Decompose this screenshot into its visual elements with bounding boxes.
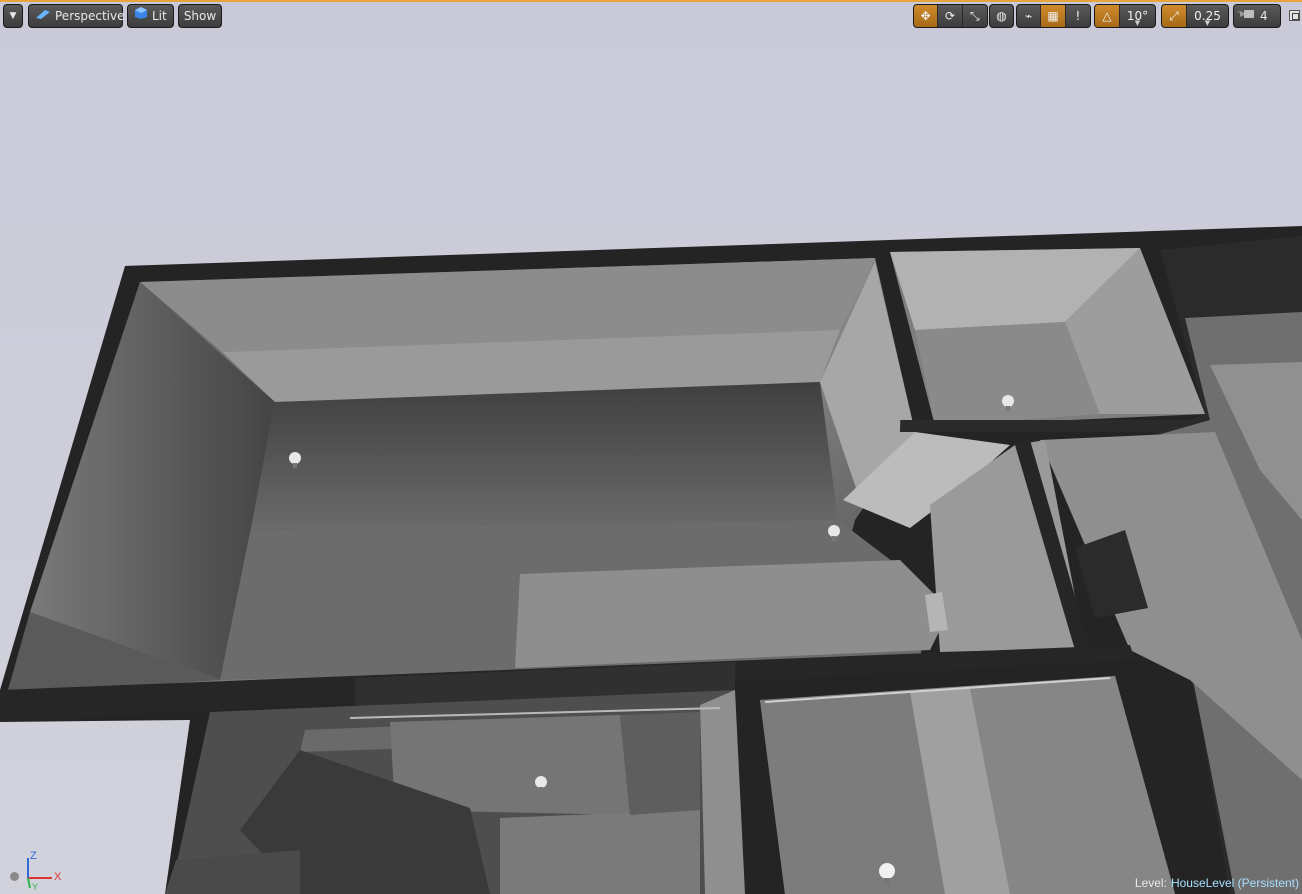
grid-snap-toggle[interactable]: ▦ (1041, 5, 1066, 27)
axis-y-label: Y (32, 882, 39, 892)
view-mode-button[interactable]: Perspective (28, 4, 125, 28)
grid-snap-icon: ▦ (1047, 9, 1059, 23)
level-name: HouseLevel (Persistent) (1170, 876, 1299, 890)
maximize-viewport-icon (1292, 13, 1299, 20)
scale-tool-button[interactable]: ⤡ (963, 5, 987, 27)
chevron-down-icon: ▼ (9, 11, 17, 21)
view-mode-label: Perspective (55, 9, 125, 23)
maximize-viewport-button[interactable] (1289, 10, 1300, 21)
move-icon: ✥ (920, 9, 931, 23)
lighting-mode-label: Lit (152, 9, 167, 23)
scale-icon: ⤡ (970, 8, 980, 23)
scale-snap-group: ⤢ 0.25 ▼ (1161, 4, 1229, 28)
world-space-icon: ◍ (996, 9, 1007, 23)
camera-speed-button[interactable]: 4 (1233, 4, 1281, 28)
grid-snap-value-dropdown[interactable]: ! (1066, 5, 1090, 27)
axis-x-label: X (54, 871, 62, 883)
level-key: Level: (1134, 876, 1167, 890)
help-icon (10, 872, 19, 881)
lighting-mode-button[interactable]: Lit (127, 4, 174, 28)
angle-snap-toggle[interactable]: △ (1095, 5, 1120, 27)
rotate-tool-button[interactable]: ⟳ (938, 5, 963, 27)
perspective-camera-icon (35, 5, 51, 27)
current-level-label: Level: HouseLevel (Persistent) (1135, 876, 1299, 890)
chevron-down-icon: ▼ (1204, 19, 1211, 27)
surface-snapping-button[interactable]: ⌁ (1017, 5, 1042, 27)
show-flags-button[interactable]: Show (178, 4, 222, 28)
grid-snap-indicator: ! (1075, 9, 1081, 23)
axis-z-label: Z (30, 850, 37, 862)
show-flags-label: Show (183, 9, 217, 23)
rotation-snap-dropdown[interactable]: 10° ▼ (1120, 5, 1155, 27)
scene-render (0, 0, 1302, 894)
angle-snap-icon: △ (1102, 9, 1112, 23)
rotation-snap-group: △ 10° ▼ (1094, 4, 1156, 28)
scale-snap-toggle[interactable]: ⤢ (1162, 5, 1187, 27)
viewport-focus-border (0, 0, 1302, 2)
camera-speed-icon (1238, 5, 1256, 27)
level-viewport[interactable] (0, 0, 1302, 894)
camera-speed-value: 4 (1260, 9, 1268, 23)
scale-snap-dropdown[interactable]: 0.25 ▼ (1187, 5, 1228, 27)
axis-gizmo: Z X Y (8, 848, 68, 892)
coordinate-space-group: ◍ (989, 4, 1014, 28)
scale-snap-icon: ⤢ (1169, 8, 1179, 23)
viewport-options-dropdown[interactable]: ▼ (3, 4, 23, 28)
lit-cube-icon (134, 5, 148, 27)
world-space-toggle[interactable]: ◍ (990, 5, 1013, 27)
transform-tools-group: ✥ ⟳ ⤡ (913, 4, 988, 28)
chevron-down-icon: ▼ (1134, 19, 1141, 27)
snapping-group: ⌁ ▦ ! (1016, 4, 1091, 28)
rotate-icon: ⟳ (944, 9, 956, 23)
surface-snapping-icon: ⌁ (1025, 9, 1033, 23)
translate-tool-button[interactable]: ✥ (914, 5, 939, 27)
